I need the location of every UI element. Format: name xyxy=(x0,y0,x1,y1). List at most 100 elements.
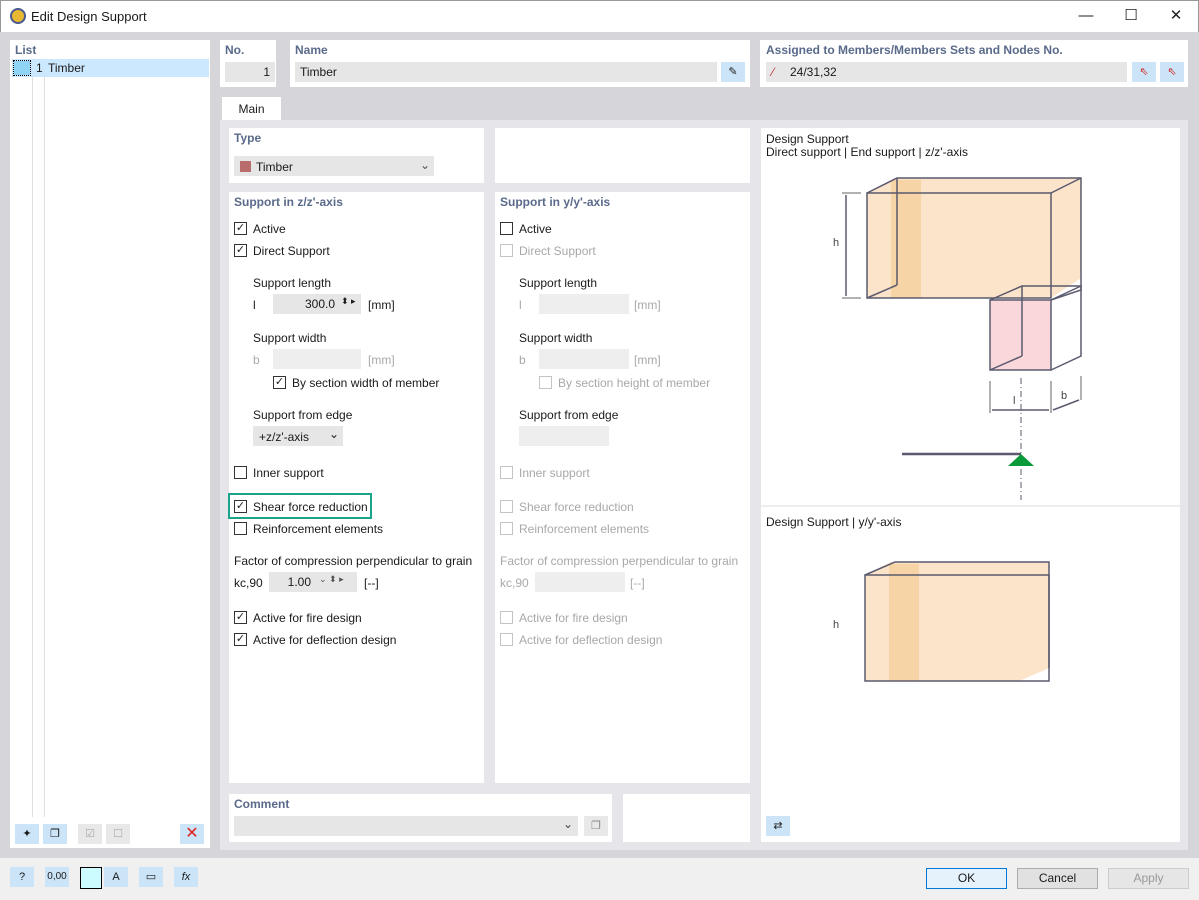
comment-panel: Comment ⌄ ❐ xyxy=(229,794,612,842)
y-shear-checkbox[interactable] xyxy=(500,500,513,513)
y-factor-unit: [--] xyxy=(630,576,645,590)
chevron-down-icon: ⌄ xyxy=(420,158,431,172)
y-edge-dropdown[interactable] xyxy=(519,426,609,446)
y-factor-label: Factor of compression perpendicular to g… xyxy=(500,554,739,568)
y-active-checkbox[interactable] xyxy=(500,222,513,235)
select-pick-icon[interactable]: ⇖ xyxy=(1132,62,1156,82)
type-label: Type xyxy=(234,131,262,145)
z-active-checkbox[interactable]: ✓ xyxy=(234,222,247,235)
y-deflection-label: Active for deflection design xyxy=(519,633,663,647)
z-shear-checkbox[interactable]: ✓ xyxy=(234,500,247,513)
z-direct-checkbox[interactable]: ✓ xyxy=(234,244,247,257)
design-support-diagram: h l b h xyxy=(761,177,1180,682)
apply-button[interactable]: Apply xyxy=(1108,868,1189,889)
name-label: Name xyxy=(295,43,328,57)
z-width-symbol: b xyxy=(253,353,260,367)
member-icon: ⁄ xyxy=(772,65,775,79)
z-shear-label: Shear force reduction xyxy=(253,500,368,514)
new-item-icon[interactable]: ✦ xyxy=(15,824,39,844)
z-active-label: Active xyxy=(253,222,286,236)
empty-panel-2 xyxy=(623,794,750,842)
y-fire-checkbox[interactable] xyxy=(500,611,513,624)
type-panel: Type Timber ⌄ xyxy=(229,128,484,183)
spinner-icon[interactable]: ⌄ ⬍ ▸ xyxy=(319,574,344,585)
copy-item-icon[interactable]: ❐ xyxy=(43,824,67,844)
y-length-input[interactable] xyxy=(539,294,629,314)
z-fire-checkbox[interactable]: ✓ xyxy=(234,611,247,624)
name-field[interactable]: Timber xyxy=(295,62,717,82)
z-by-section-label: By section width of member xyxy=(292,376,440,390)
z-edge-dropdown[interactable]: +z/z'-axis ⌄ xyxy=(253,426,343,446)
list-item[interactable]: 1 Timber xyxy=(12,59,209,77)
z-by-section-checkbox[interactable]: ✓ xyxy=(273,376,286,389)
edit-name-icon[interactable]: ✎ xyxy=(721,62,745,82)
spinner-icon[interactable]: ⬍ ▸ xyxy=(341,296,356,307)
assigned-value: 24/31,32 xyxy=(790,65,837,79)
display-settings-icon[interactable]: A xyxy=(104,867,128,887)
z-deflection-checkbox[interactable]: ✓ xyxy=(234,633,247,646)
z-factor-unit: [--] xyxy=(364,576,379,590)
assigned-field[interactable]: ⁄ 24/31,32 xyxy=(766,62,1127,82)
list-header: List xyxy=(15,43,37,57)
y-factor-input[interactable] xyxy=(535,572,625,592)
swap-view-icon[interactable]: ⇄ xyxy=(766,816,790,836)
y-direct-checkbox[interactable] xyxy=(500,244,513,257)
comment-library-icon[interactable]: ❐ xyxy=(584,816,608,836)
z-width-label: Support width xyxy=(253,331,327,345)
y-width-label: Support width xyxy=(519,331,593,345)
help-icon[interactable]: ? xyxy=(10,867,34,887)
z-deflection-label: Active for deflection design xyxy=(253,633,397,647)
z-edge-value: +z/z'-axis xyxy=(259,430,309,444)
z-reinf-checkbox[interactable] xyxy=(234,522,247,535)
no-label: No. xyxy=(225,43,245,57)
y-deflection-checkbox[interactable] xyxy=(500,633,513,646)
ok-button[interactable]: OK xyxy=(926,868,1007,889)
y-direct-label: Direct Support xyxy=(519,244,596,258)
z-fire-label: Active for fire design xyxy=(253,611,362,625)
preview-panel: Design Support Direct support | End supp… xyxy=(761,128,1180,842)
type-dropdown[interactable]: Timber ⌄ xyxy=(234,156,434,176)
uncheck-icon[interactable]: ☐ xyxy=(106,824,130,844)
maximize-button[interactable]: ☐ xyxy=(1116,5,1146,27)
dim-h2-label: h xyxy=(833,619,839,631)
color-icon[interactable] xyxy=(80,867,102,889)
y-inner-checkbox[interactable] xyxy=(500,466,513,479)
z-length-symbol: l xyxy=(253,298,256,312)
no-field[interactable]: 1 xyxy=(225,62,275,82)
dim-l-label: l xyxy=(1013,395,1015,407)
assigned-label: Assigned to Members/Members Sets and Nod… xyxy=(766,43,1063,57)
y-reinf-label: Reinforcement elements xyxy=(519,522,650,536)
formula-icon[interactable]: fx xyxy=(174,867,198,887)
check-all-icon[interactable]: ☑ xyxy=(78,824,102,844)
support-triangle-icon xyxy=(1008,454,1034,466)
z-width-input[interactable] xyxy=(273,349,361,369)
comment-input[interactable] xyxy=(234,816,578,836)
y-width-symbol: b xyxy=(519,353,526,367)
close-button[interactable]: ✕ xyxy=(1161,5,1191,27)
delete-icon[interactable]: ✕ xyxy=(180,824,204,844)
y-width-unit: [mm] xyxy=(634,353,661,367)
assigned-panel: Assigned to Members/Members Sets and Nod… xyxy=(760,40,1188,87)
minimize-button[interactable]: — xyxy=(1071,5,1101,27)
y-width-input[interactable] xyxy=(539,349,629,369)
title-bar: Edit Design Support — ☐ ✕ xyxy=(0,0,1199,32)
view-icon[interactable]: ▭ xyxy=(139,867,163,887)
app-icon xyxy=(10,8,26,24)
y-reinf-checkbox[interactable] xyxy=(500,522,513,535)
z-length-unit: [mm] xyxy=(368,298,395,312)
tab-main[interactable]: Main xyxy=(222,97,281,121)
z-width-unit: [mm] xyxy=(368,353,395,367)
list-item-no: 1 xyxy=(36,61,43,75)
y-length-label: Support length xyxy=(519,276,598,290)
deselect-pick-icon[interactable]: ⇖ xyxy=(1160,62,1184,82)
z-direct-label: Direct Support xyxy=(253,244,330,258)
y-length-unit: [mm] xyxy=(634,298,661,312)
cancel-button[interactable]: Cancel xyxy=(1017,868,1098,889)
dim-b-label: b xyxy=(1061,390,1067,402)
y-by-section-checkbox[interactable] xyxy=(539,376,552,389)
y-fire-label: Active for fire design xyxy=(519,611,628,625)
z-inner-checkbox[interactable] xyxy=(234,466,247,479)
units-icon[interactable]: 0,00 xyxy=(45,867,69,887)
y-length-symbol: l xyxy=(519,298,522,312)
y-support-panel: Support in y/y'-axis Active Direct Suppo… xyxy=(495,192,750,783)
